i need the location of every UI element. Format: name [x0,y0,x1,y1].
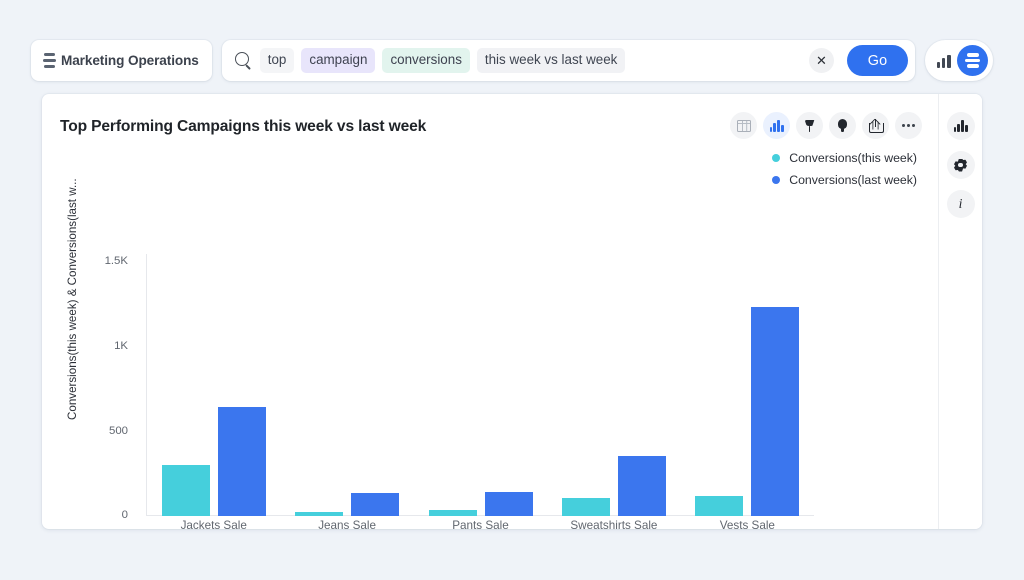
topbar-actions [925,40,993,81]
workspace-selector[interactable]: Marketing Operations [31,40,212,81]
bar-last-week[interactable] [217,406,266,516]
search-token-timeframe[interactable]: this week vs last week [476,48,626,73]
y-tick-label: 1.5K [104,255,128,267]
bar-group [681,254,814,516]
bar-last-week[interactable] [617,455,666,516]
x-tick-label: Sweatshirts Sale [570,519,658,529]
bar-this-week[interactable] [161,465,210,516]
bar-group [414,254,547,516]
bar-group [547,254,680,516]
rail-info-button[interactable]: i [946,190,975,218]
search-token-top[interactable]: top [259,48,295,73]
bar-last-week[interactable] [751,306,800,516]
x-tick-label: Vests Sale [719,519,775,529]
bar-groups [147,254,814,516]
bar-last-week[interactable] [484,491,533,516]
y-axis-label: Conversions(this week) & Conversions(las… [66,178,79,420]
bar-this-week[interactable] [428,509,477,516]
search-tokens[interactable]: top campaign conversions this week vs la… [259,48,802,73]
search-token-campaign[interactable]: campaign [301,48,376,73]
x-tick-label: Jackets Sale [180,519,247,529]
answer-card: Top Performing Campaigns this week vs la… [42,94,982,529]
layers-icon [43,53,56,68]
bar-this-week[interactable] [561,497,610,516]
bar-chart-icon [953,120,968,132]
bar-group [147,254,280,516]
clear-search-button[interactable]: ✕ [809,48,834,73]
y-tick-label: 0 [121,509,128,521]
search-icon [234,52,252,69]
info-icon: i [958,196,963,212]
gear-icon [953,158,968,173]
x-tick-label: Pants Sale [452,519,509,529]
top-bar: Marketing Operations top campaign conver… [31,40,993,81]
workspace-label: Marketing Operations [61,53,199,68]
x-tick-label: Jeans Sale [318,519,377,529]
card-body: Top Performing Campaigns this week vs la… [42,94,938,529]
search-token-conversions[interactable]: conversions [382,48,470,73]
bar-this-week[interactable] [695,495,744,516]
y-axis-ticks: 1.5K 1K 500 0 [86,94,134,529]
search-bar[interactable]: top campaign conversions this week vs la… [221,40,915,81]
rail-settings-button[interactable] [946,151,975,179]
bar-last-week[interactable] [351,493,400,516]
bar-chart-icon[interactable] [937,54,952,68]
plot-area [146,254,814,516]
bar-this-week[interactable] [295,511,344,516]
app-root: Marketing Operations top campaign conver… [0,0,1024,580]
rail-chart-button[interactable] [946,112,975,140]
right-rail: i [938,94,982,529]
y-tick-label: 500 [108,425,128,437]
go-button[interactable]: Go [847,45,908,76]
x-axis-ticks: Jackets Sale Jeans Sale Pants Sale Sweat… [147,519,814,529]
data-stack-icon[interactable] [957,45,988,76]
y-tick-label: 1K [114,340,128,352]
bar-group [280,254,413,516]
chart-plot: Conversions(this week) & Conversions(las… [42,94,938,529]
